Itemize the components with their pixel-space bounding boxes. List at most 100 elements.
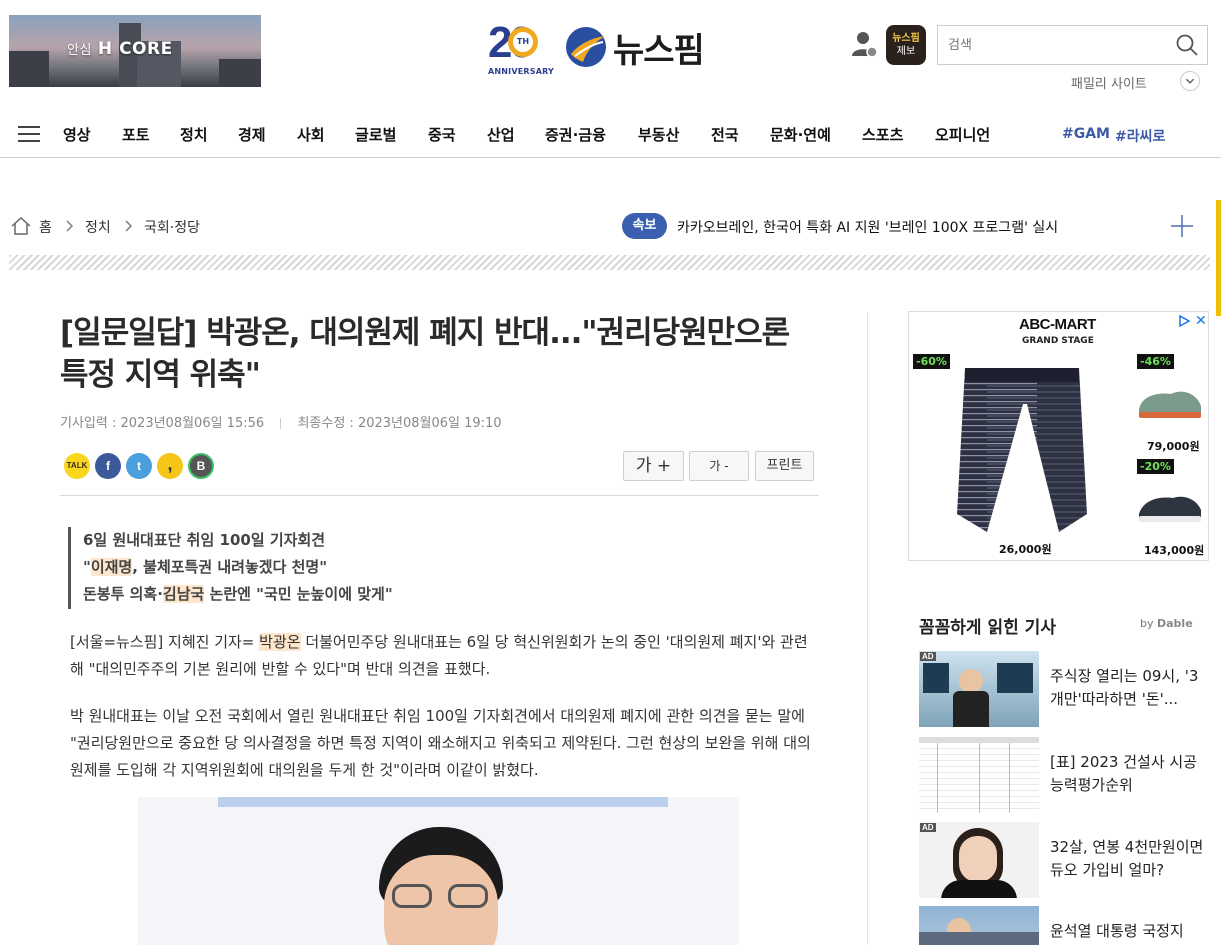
product-leggings-image xyxy=(957,368,1087,532)
dable-credit[interactable]: by Dable xyxy=(1140,617,1193,630)
tip-badge-line2: 제보 xyxy=(896,46,916,57)
article-subhead: 6일 원내대표단 취임 100일 기자회견 "이재명, 불체포특권 내려놓겠다 … xyxy=(68,527,468,609)
anniversary-th: TH xyxy=(508,27,538,57)
subhead-line: "이재명, 불체포특권 내려놓겠다 천명" xyxy=(83,558,328,576)
font-increase-button[interactable]: 가 + xyxy=(623,451,684,481)
popular-item[interactable]: [표] 2023 건설사 시공능력평가순위 xyxy=(919,737,1209,813)
ad-building-shape xyxy=(219,59,261,87)
nav-item-industry[interactable]: 산업 xyxy=(487,124,515,145)
nav-item-society[interactable]: 사회 xyxy=(297,124,325,145)
person-highlight[interactable]: 이재명 xyxy=(90,558,133,576)
product-shoe-image xyxy=(1139,391,1201,418)
chevron-right-icon xyxy=(125,220,132,232)
article-paragraph: [서울=뉴스핌] 지혜진 기자= 박광온 더불어민주당 원내대표는 6일 당 혁… xyxy=(70,633,808,678)
section-divider xyxy=(9,255,1210,270)
nav-tag-rassiro[interactable]: #라씨로 xyxy=(1115,126,1165,146)
divider xyxy=(60,495,819,496)
nav-item-china[interactable]: 중국 xyxy=(428,124,456,145)
popular-item[interactable]: 윤석열 대통령 국정지 xyxy=(919,906,1209,945)
nav-item-global[interactable]: 글로벌 xyxy=(355,124,396,145)
breaking-news-badge: 속보 xyxy=(622,213,667,239)
article-paragraph: 박 원내대표는 이날 오전 국회에서 열린 원내대표단 취임 100일 기자회견… xyxy=(70,707,811,779)
discount-badge: -20% xyxy=(1137,459,1174,474)
popular-thumbnail: AD xyxy=(919,651,1039,727)
article-meta: 기사입력 : 2023년08월06일 15:56 최종수정 : 2023년08월… xyxy=(60,412,502,431)
ad-subbrand: GRAND STAGE xyxy=(1022,336,1094,346)
breadcrumb-home[interactable]: 홈 xyxy=(39,217,52,237)
chevron-down-icon[interactable] xyxy=(1180,71,1200,91)
discount-badge: -60% xyxy=(913,354,950,369)
search-input[interactable] xyxy=(948,35,1168,55)
product-price: 26,000원 xyxy=(999,543,1052,556)
popular-thumbnail xyxy=(919,906,1039,945)
anniversary-label: ANNIVERSARY xyxy=(488,67,555,76)
search-icon[interactable] xyxy=(1175,33,1199,57)
article-photo[interactable] xyxy=(138,797,739,945)
nav-item-regional[interactable]: 전국 xyxy=(711,124,739,145)
newspim-logo-icon[interactable] xyxy=(565,26,607,68)
discount-badge: -46% xyxy=(1137,354,1174,369)
print-button[interactable]: 프린트 xyxy=(755,451,814,481)
close-icon[interactable]: ✕ xyxy=(1195,312,1207,329)
nav-tag-gam[interactable]: #GAM xyxy=(1062,126,1110,142)
news-tip-button[interactable]: 뉴스핌 제보 xyxy=(886,25,926,65)
home-icon[interactable] xyxy=(10,216,32,236)
popular-thumbnail: AD xyxy=(919,822,1039,898)
nav-item-finance[interactable]: 증권·금융 xyxy=(545,124,606,145)
family-sites-label: 패밀리 사이트 xyxy=(1071,77,1147,92)
nav-item-photo[interactable]: 포토 xyxy=(122,124,150,145)
popular-headline: 32살, 연봉 4천만원이면 듀오 가입비 얼마? xyxy=(1050,838,1204,879)
user-icon[interactable] xyxy=(852,30,878,58)
band-share-icon[interactable]: B xyxy=(188,453,214,479)
subhead-line: 돈봉투 의혹·김남국 논란엔 "국민 눈높이에 맞게" xyxy=(83,585,393,603)
search-box xyxy=(937,25,1208,65)
breadcrumb-politics[interactable]: 정치 xyxy=(85,217,111,237)
anniversary-logo[interactable]: 20 TH ANNIVERSARY xyxy=(488,18,555,78)
kakaotalk-share-icon[interactable]: TALK xyxy=(64,453,90,479)
nav-item-economy[interactable]: 경제 xyxy=(238,124,266,145)
popular-articles-title: 꼼꼼하게 읽힌 기사 xyxy=(919,618,1056,638)
popular-item[interactable]: AD 주식장 열리는 09시, '3개만'따라하면 '돈'... xyxy=(919,651,1209,727)
adchoices-icon[interactable] xyxy=(1177,314,1191,328)
nav-item-realestate[interactable]: 부동산 xyxy=(638,124,679,145)
plus-icon[interactable] xyxy=(1170,214,1194,238)
font-decrease-button[interactable]: 가 - xyxy=(689,451,749,481)
product-shoe-image xyxy=(1139,496,1201,522)
person-highlight[interactable]: 박광온 xyxy=(259,633,301,651)
updated-date: 2023년08월06일 19:10 xyxy=(357,416,502,431)
popular-headline: 윤석열 대통령 국정지 xyxy=(1050,922,1184,940)
top-ad-text: 안심 H CORE xyxy=(67,39,173,59)
breaking-news-headline[interactable]: 카카오브레인, 한국어 특화 AI 지원 '브레인 100X 프로그램' 실시 xyxy=(677,217,1058,237)
kakaostory-share-icon[interactable]: , xyxy=(157,453,183,479)
ad-building-shape xyxy=(9,51,49,87)
published-date: 2023년08월06일 15:56 xyxy=(120,416,265,431)
scrollbar-thumb[interactable] xyxy=(1216,200,1221,316)
product-price: 79,000원 xyxy=(1147,440,1200,453)
ad-brand: ABC-MART xyxy=(1019,316,1096,333)
menu-icon[interactable] xyxy=(18,126,40,144)
breadcrumb-assembly[interactable]: 국회·정당 xyxy=(144,217,200,237)
product-price: 143,000원 xyxy=(1144,544,1205,557)
nav-item-culture[interactable]: 문화·연예 xyxy=(770,124,831,145)
nav-item-opinion[interactable]: 오피니언 xyxy=(935,124,990,145)
popular-item[interactable]: AD 32살, 연봉 4천만원이면 듀오 가입비 얼마? xyxy=(919,822,1209,898)
site-name[interactable]: 뉴스핌 xyxy=(613,23,705,72)
nav-item-video[interactable]: 영상 xyxy=(63,124,91,145)
ad-tag: AD xyxy=(920,823,936,832)
sidebar-divider xyxy=(867,312,868,945)
article-title: [일문일답] 박광온, 대의원제 폐지 반대..."권리당원만으론 특정 지역 … xyxy=(60,315,790,393)
top-banner-ad[interactable]: 안심 H CORE xyxy=(9,15,261,87)
chevron-right-icon xyxy=(66,220,73,232)
ad-tag: AD xyxy=(920,652,936,661)
tip-badge-line1: 뉴스핌 xyxy=(892,33,920,44)
person-highlight[interactable]: 김남국 xyxy=(162,585,205,603)
facebook-share-icon[interactable]: f xyxy=(95,453,121,479)
published-label: 기사입력 : xyxy=(60,416,117,431)
updated-label: 최종수정 : xyxy=(297,416,354,431)
nav-item-politics[interactable]: 정치 xyxy=(180,124,208,145)
popular-thumbnail xyxy=(919,737,1039,813)
sidebar-ad[interactable]: ABC-MART GRAND STAGE ✕ -60% 26,000원 -46%… xyxy=(908,311,1209,561)
nav-item-sports[interactable]: 스포츠 xyxy=(862,124,903,145)
main-nav: 영상 포토 정치 경제 사회 글로벌 중국 산업 증권·금융 부동산 전국 문화… xyxy=(0,112,1221,158)
twitter-share-icon[interactable]: t xyxy=(126,453,152,479)
